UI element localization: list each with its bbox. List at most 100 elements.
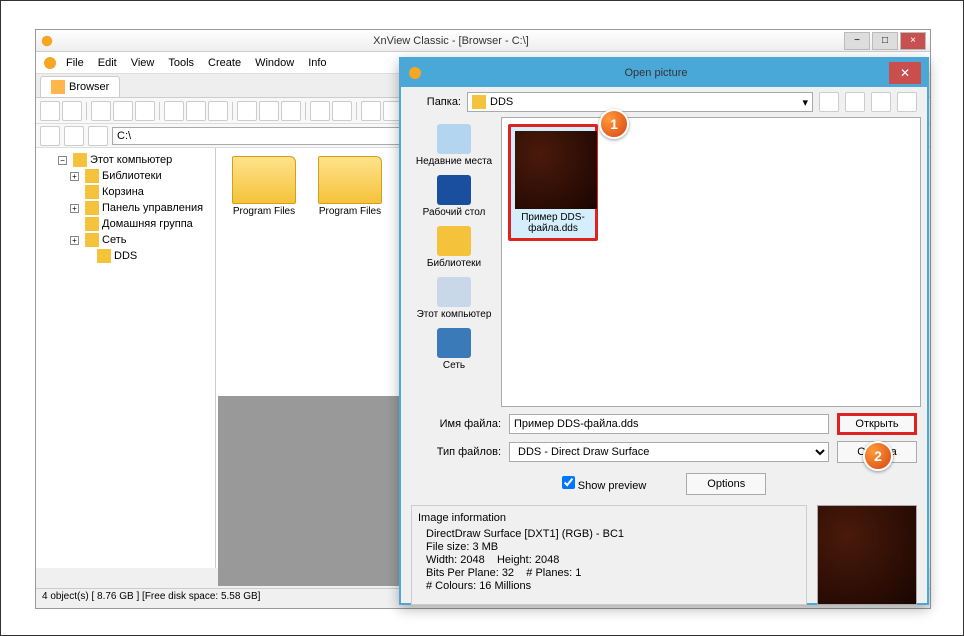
tree-item[interactable]: + Сеть <box>40 232 211 248</box>
show-preview-row: Show preview Options <box>401 469 927 499</box>
place-icon <box>437 124 471 154</box>
filetype-combo[interactable]: DDS - Direct Draw Surface <box>509 442 829 462</box>
folder-icon <box>73 153 87 167</box>
toolbar-icon[interactable] <box>135 101 155 121</box>
folder-icon <box>472 95 486 109</box>
address-input[interactable] <box>112 127 412 145</box>
place-item[interactable]: Этот компьютер <box>414 274 495 323</box>
new-folder-icon[interactable] <box>871 92 891 112</box>
dialog-title: Open picture <box>423 67 889 79</box>
dialog-titlebar: Open picture ✕ <box>401 59 927 87</box>
back-icon[interactable] <box>819 92 839 112</box>
preview-thumbnail <box>817 505 917 605</box>
folder-item[interactable]: Program Files <box>310 156 390 217</box>
menu-edit[interactable]: Edit <box>92 55 123 71</box>
place-label: Библиотеки <box>427 258 481 269</box>
place-item[interactable]: Сеть <box>434 325 474 374</box>
folder-item[interactable]: Program Files <box>224 156 304 217</box>
app-icon <box>407 65 423 81</box>
tree-item[interactable]: DDS <box>40 248 211 264</box>
minimize-button[interactable]: − <box>844 32 870 50</box>
open-picture-dialog: Open picture ✕ Папка: DDS ▾ Недавние мес… <box>399 57 929 605</box>
tree-label: Сеть <box>102 234 126 246</box>
tree-item[interactable]: Корзина <box>40 184 211 200</box>
toolbar-icon[interactable] <box>237 101 257 121</box>
place-icon <box>437 277 471 307</box>
toolbar-icon[interactable] <box>62 101 82 121</box>
toolbar-icon[interactable] <box>332 101 352 121</box>
up-button[interactable] <box>88 126 108 146</box>
place-item[interactable]: Рабочий стол <box>420 172 489 221</box>
info-width: Width: 2048 <box>426 554 485 566</box>
folder-row: Папка: DDS ▾ <box>401 87 927 117</box>
place-icon <box>437 328 471 358</box>
place-label: Рабочий стол <box>423 207 486 218</box>
menu-window[interactable]: Window <box>249 55 300 71</box>
tree-item[interactable]: + Панель управления <box>40 200 211 216</box>
view-menu-icon[interactable] <box>897 92 917 112</box>
expander-icon[interactable]: + <box>70 236 79 245</box>
file-area[interactable]: Пример DDS-файла.dds <box>501 117 921 407</box>
show-preview-checkbox[interactable]: Show preview <box>562 476 647 492</box>
menu-view[interactable]: View <box>125 55 161 71</box>
toolbar-icon[interactable] <box>113 101 133 121</box>
tree-item[interactable]: −Этот компьютер <box>40 152 211 168</box>
window-title: XnView Classic - [Browser - C:\] <box>58 35 844 47</box>
expander-icon[interactable]: + <box>70 172 79 181</box>
expander-icon[interactable]: + <box>70 204 79 213</box>
filetype-label: Тип файлов: <box>411 446 501 458</box>
folder-label: Program Files <box>310 206 390 217</box>
tree-label: Панель управления <box>102 202 203 214</box>
info-format: DirectDraw Surface [DXT1] (RGB) - BC1 <box>426 528 800 540</box>
menu-create[interactable]: Create <box>202 55 247 71</box>
toolbar-icon[interactable] <box>259 101 279 121</box>
place-label: Сеть <box>437 360 471 371</box>
tree-item[interactable]: + Библиотеки <box>40 168 211 184</box>
info-planes: # Planes: 1 <box>526 567 581 579</box>
tree-item[interactable]: Домашняя группа <box>40 216 211 232</box>
tab-browser[interactable]: Browser <box>40 76 120 97</box>
folder-icon <box>85 169 99 183</box>
forward-button[interactable] <box>64 126 84 146</box>
filename-label: Имя файла: <box>411 418 501 430</box>
close-button[interactable]: × <box>900 32 926 50</box>
places-bar: Недавние места Рабочий стол Библиотеки Этот… <box>407 117 501 407</box>
folder-tree[interactable]: −Этот компьютер + Библиотеки Корзина + Панель… <box>36 148 216 568</box>
place-item[interactable]: Библиотеки <box>424 223 484 272</box>
app-icon <box>42 55 58 71</box>
image-info-box: Image information DirectDraw Surface [DX… <box>411 505 807 605</box>
maximize-button[interactable]: □ <box>872 32 898 50</box>
toolbar-icon[interactable] <box>164 101 184 121</box>
up-icon[interactable] <box>845 92 865 112</box>
filename-input[interactable] <box>509 414 829 434</box>
folder-icon <box>51 80 65 94</box>
toolbar-icon[interactable] <box>310 101 330 121</box>
folder-icon <box>85 201 99 215</box>
folder-name: DDS <box>490 96 513 108</box>
folder-icon <box>85 233 99 247</box>
dialog-close-button[interactable]: ✕ <box>889 62 921 84</box>
menu-file[interactable]: File <box>60 55 90 71</box>
menu-info[interactable]: Info <box>302 55 332 71</box>
folder-combo[interactable]: DDS ▾ <box>467 92 813 112</box>
preview-section: Image information DirectDraw Surface [DX… <box>401 499 927 611</box>
tree-label: Корзина <box>102 186 144 198</box>
toolbar-icon[interactable] <box>361 101 381 121</box>
folder-icon <box>85 185 99 199</box>
expander-icon[interactable]: − <box>58 156 67 165</box>
menu-tools[interactable]: Tools <box>162 55 200 71</box>
tree-label: Библиотеки <box>102 170 162 182</box>
toolbar-icon[interactable] <box>40 101 60 121</box>
file-item-selected[interactable]: Пример DDS-файла.dds <box>508 124 598 241</box>
toolbar-icon[interactable] <box>208 101 228 121</box>
place-label: Недавние места <box>416 156 492 167</box>
toolbar-icon[interactable] <box>91 101 111 121</box>
back-button[interactable] <box>40 126 60 146</box>
toolbar-icon[interactable] <box>186 101 206 121</box>
open-button[interactable]: Открыть <box>837 413 917 435</box>
file-thumbnail <box>515 131 597 209</box>
toolbar-icon[interactable] <box>281 101 301 121</box>
options-button[interactable]: Options <box>686 473 766 495</box>
folder-icon <box>318 156 382 204</box>
place-item[interactable]: Недавние места <box>413 121 495 170</box>
